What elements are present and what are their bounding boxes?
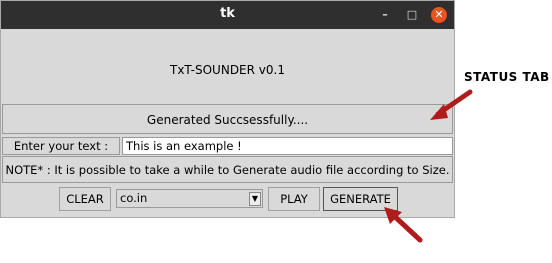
generate-button-arrow-icon bbox=[384, 207, 423, 243]
annotation-arrows bbox=[384, 89, 473, 243]
status-tab-arrow-icon bbox=[430, 89, 473, 120]
